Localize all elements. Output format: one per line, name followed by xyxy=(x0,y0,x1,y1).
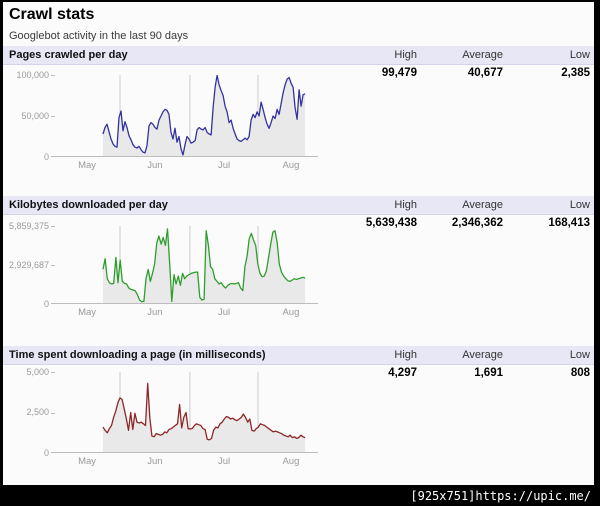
y-axis-tick-label: 2,929,687 xyxy=(8,259,49,270)
column-header-low: Low xyxy=(569,199,590,211)
x-axis-month-label: Aug xyxy=(282,160,300,171)
column-header-average: Average xyxy=(462,199,503,211)
y-axis-tick-label: 0 xyxy=(43,447,49,458)
column-header-low: Low xyxy=(569,49,590,61)
watermark-text: [925x751]https://upic.me/ xyxy=(410,489,591,503)
y-axis-tick-label: 5,859,375 xyxy=(8,220,49,231)
section-header-bar: Pages crawled per day High Average Low xyxy=(3,46,594,65)
section-header-bar: Time spent downloading a page (in millis… xyxy=(3,346,594,365)
line-chart-time-spent xyxy=(55,372,318,453)
section-title: Kilobytes downloaded per day xyxy=(9,199,168,211)
x-axis-month-label: Jun xyxy=(147,307,163,318)
column-header-high: High xyxy=(394,199,417,211)
low-value: 808 xyxy=(570,367,590,379)
line-chart-pages-crawled xyxy=(55,74,318,157)
x-axis-month-label: Jul xyxy=(218,160,231,171)
low-value: 168,413 xyxy=(548,217,590,229)
x-axis-month-label: Jul xyxy=(218,307,231,318)
section-title: Pages crawled per day xyxy=(9,49,128,61)
x-axis-month-label: Jun xyxy=(147,160,163,171)
x-axis-month-label: May xyxy=(78,456,97,467)
x-axis-month-label: May xyxy=(78,307,97,318)
column-header-average: Average xyxy=(462,49,503,61)
section-title: Time spent downloading a page (in millis… xyxy=(9,349,266,361)
low-value: 2,385 xyxy=(561,67,590,79)
y-axis-tick-label: 0 xyxy=(43,298,49,309)
section-header-bar: Kilobytes downloaded per day High Averag… xyxy=(3,196,594,215)
x-axis-month-label: Aug xyxy=(282,456,300,467)
column-header-average: Average xyxy=(462,349,503,361)
page-title: Crawl stats xyxy=(9,6,95,23)
x-axis-month-label: May xyxy=(78,160,97,171)
column-header-high: High xyxy=(394,349,417,361)
crawl-stats-page: { "page": { "title": "Crawl stats", "sub… xyxy=(0,0,600,506)
report-content: Crawl stats Googlebot activity in the la… xyxy=(3,2,594,485)
line-chart-kilobytes-downloaded xyxy=(55,226,318,304)
column-header-low: Low xyxy=(569,349,590,361)
y-axis-tick-label: 50,000 xyxy=(21,110,49,121)
page-subtitle: Googlebot activity in the last 90 days xyxy=(9,30,189,42)
y-axis-tick-label: 5,000 xyxy=(26,366,49,377)
y-axis-tick-label: 2,500 xyxy=(26,407,49,417)
y-axis-tick-label: 0 xyxy=(43,151,49,162)
x-axis-month-label: Aug xyxy=(282,307,300,318)
column-header-high: High xyxy=(394,49,417,61)
x-axis-month-label: Jul xyxy=(218,456,231,467)
x-axis-month-label: Jun xyxy=(147,456,163,467)
y-axis-tick-label: 100,000 xyxy=(16,69,49,80)
